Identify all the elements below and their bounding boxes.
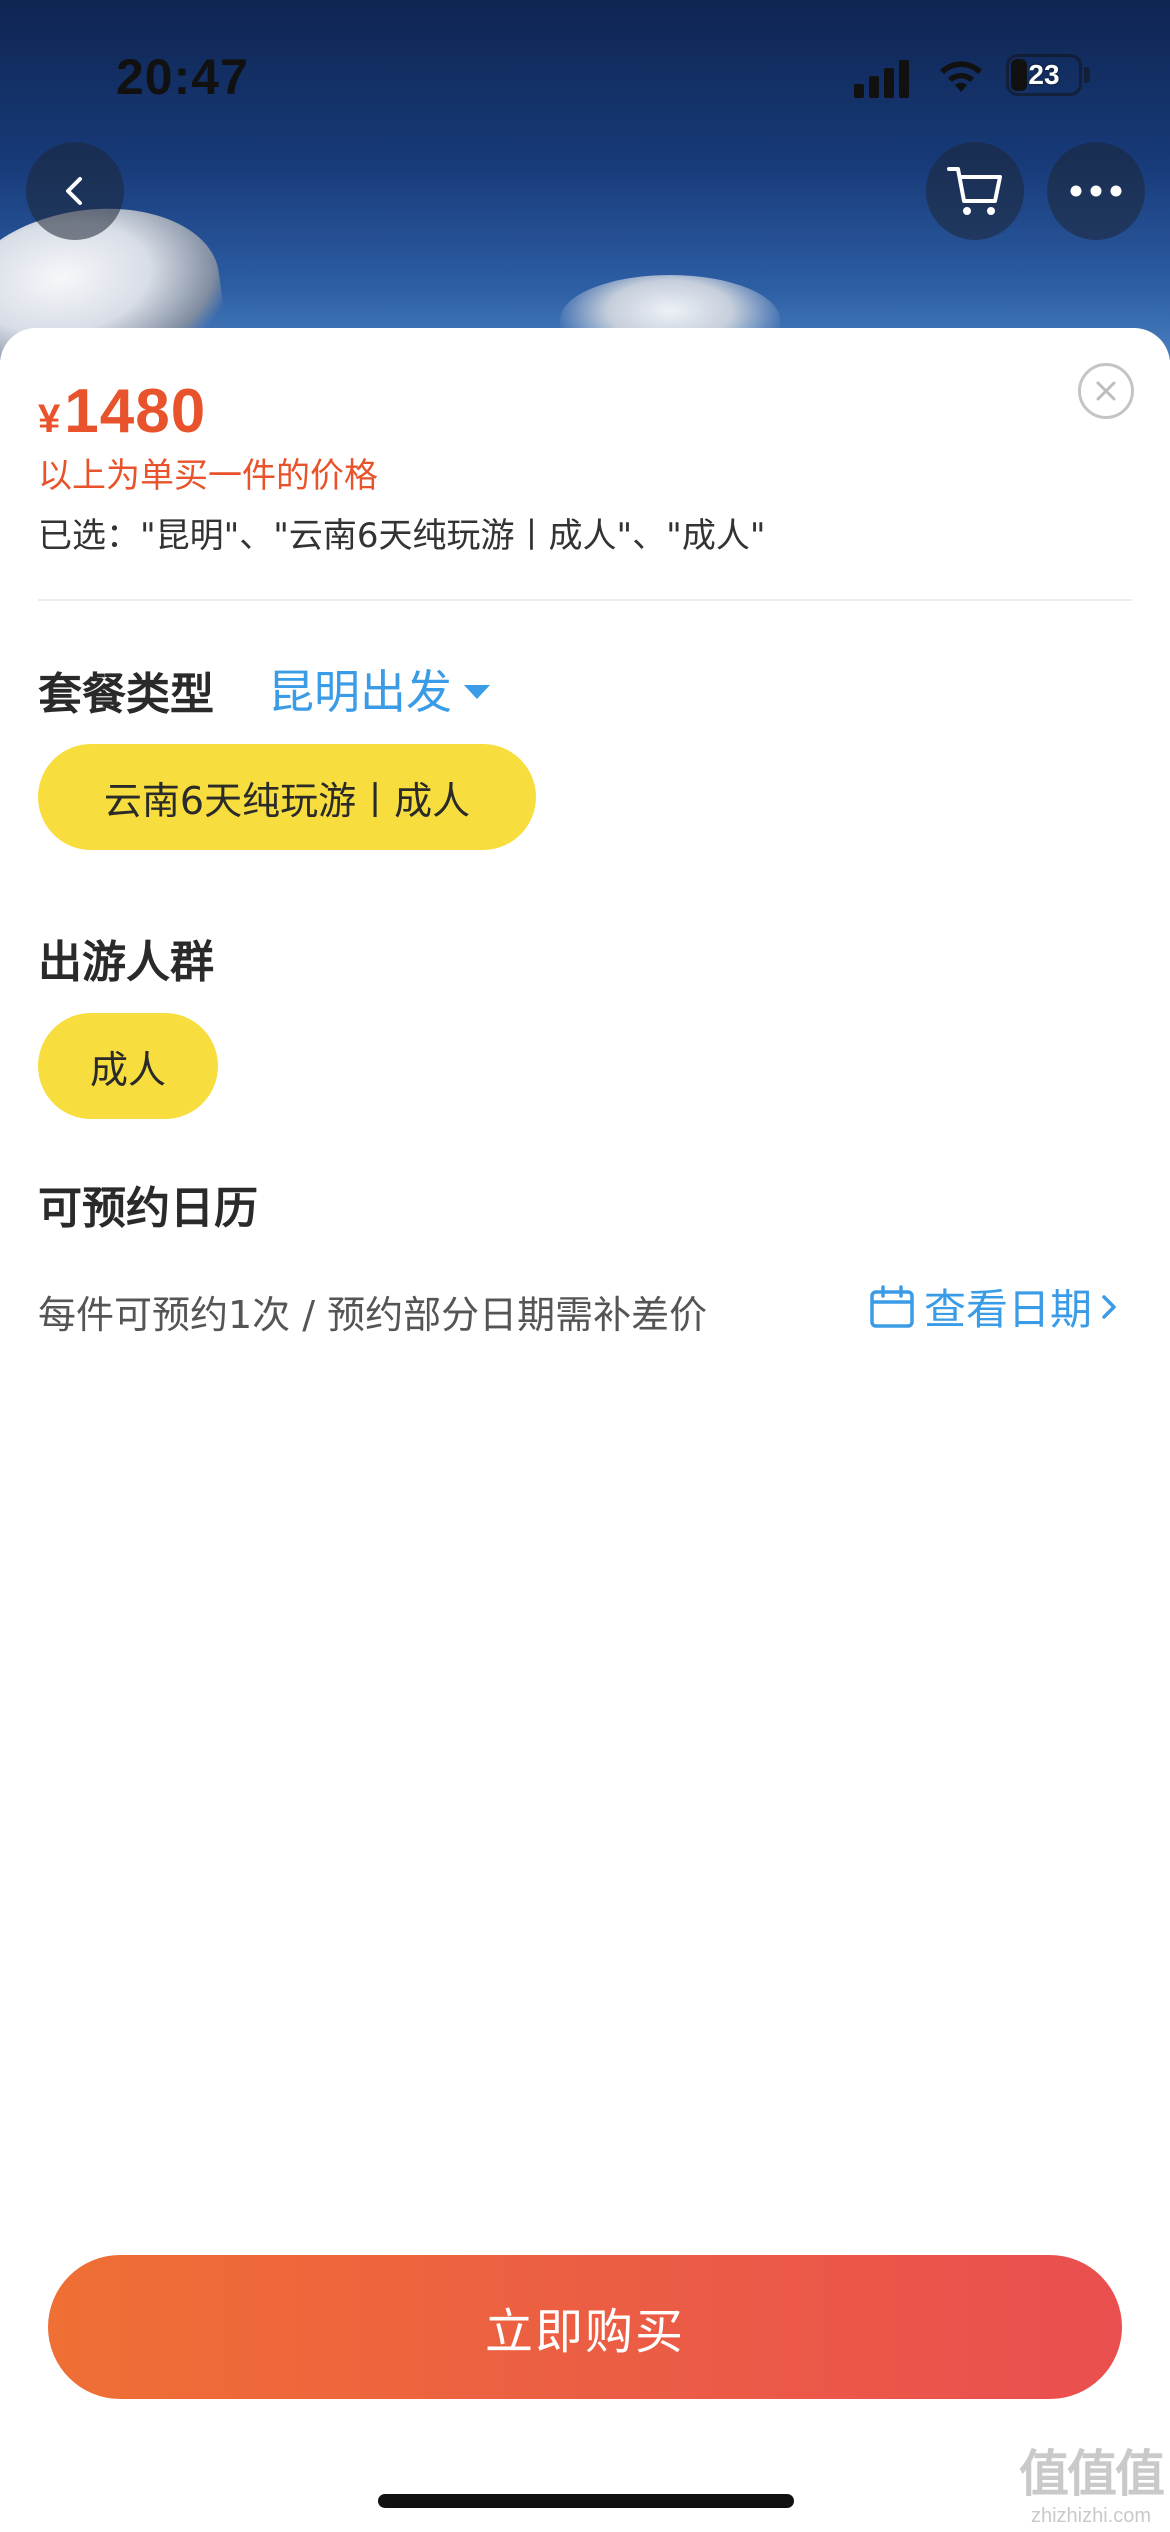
price: ¥ 1480	[38, 376, 206, 447]
battery-level: 23	[1028, 59, 1060, 90]
chevron-left-icon	[66, 177, 82, 205]
close-icon	[1096, 381, 1116, 401]
more-icon	[1070, 185, 1122, 197]
chevron-right-icon	[1102, 1294, 1116, 1319]
traveler-option-chip[interactable]: 成人	[38, 1013, 218, 1119]
price-currency: ¥	[38, 397, 61, 441]
departure-label: 昆明出发	[268, 665, 452, 719]
more-button[interactable]	[1047, 142, 1145, 240]
status-time: 20:47	[116, 49, 249, 105]
battery-icon: 23	[1006, 54, 1092, 98]
price-note: 以上为单买一件的价格	[38, 456, 378, 496]
departure-select[interactable]: 昆明出发	[268, 656, 490, 722]
view-dates-link[interactable]: 查看日期	[868, 1276, 1120, 1337]
sku-selection-sheet: ¥ 1480 以上为单买一件的价格 已选："昆明"、"云南6天纯玩游丨成人"、"…	[0, 328, 1170, 2532]
signal-icon	[854, 60, 909, 98]
cart-icon	[947, 167, 1002, 215]
back-button[interactable]	[26, 142, 124, 240]
traveler-group-title: 出游人群	[38, 937, 214, 988]
view-dates-label: 查看日期	[924, 1285, 1093, 1334]
watermark-logo: 值值值	[1019, 2446, 1165, 2502]
package-type-title: 套餐类型	[38, 669, 214, 720]
caret-down-icon	[464, 685, 490, 699]
watermark-url: zhizhizhi.com	[1030, 2505, 1152, 2527]
status-bar: 20:47 23	[0, 0, 1170, 140]
wifi-icon	[940, 61, 982, 92]
price-amount: 1480	[64, 377, 207, 446]
close-button[interactable]	[1078, 363, 1134, 419]
booking-calendar-title: 可预约日历	[38, 1183, 258, 1234]
booking-note: 每件可预约1次 / 预约部分日期需补差价	[38, 1293, 708, 1337]
calendar-icon	[870, 1284, 914, 1328]
selected-summary: 已选："昆明"、"云南6天纯玩游丨成人"、"成人"	[38, 516, 766, 556]
home-indicator	[378, 2494, 794, 2508]
cart-button[interactable]	[926, 142, 1024, 240]
watermark: 值值值 zhizhizhi.com	[1016, 2444, 1166, 2528]
buy-now-button[interactable]: 立即购买	[48, 2255, 1122, 2399]
package-option-chip[interactable]: 云南6天纯玩游丨成人	[38, 744, 536, 850]
divider	[38, 599, 1132, 601]
